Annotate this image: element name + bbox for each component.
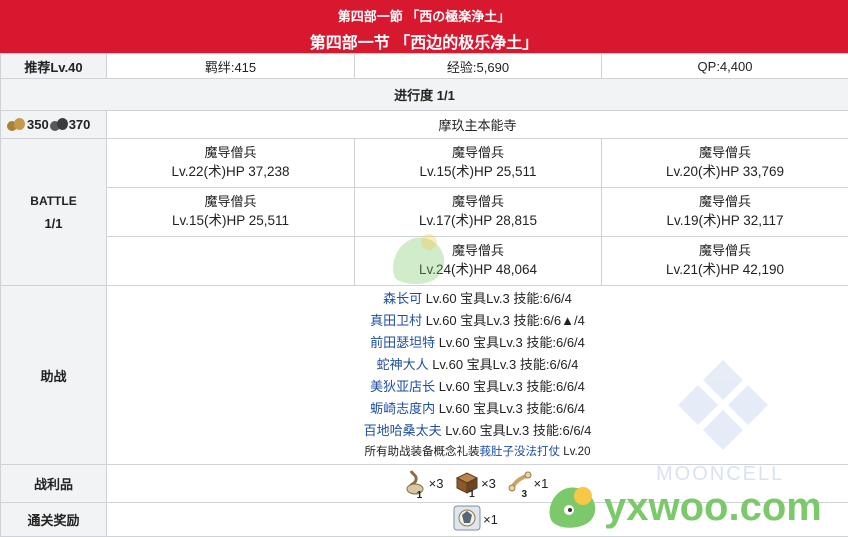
- progress-label: 进行度 1/1: [1, 79, 848, 111]
- support-servant-link[interactable]: 前田瑟坦特: [370, 335, 435, 350]
- qp-value: QP:4,400: [602, 54, 848, 79]
- reward-qty: ×1: [483, 512, 498, 527]
- drop-count: 1: [469, 489, 475, 500]
- enemy-cell: 魔导僧兵 Lv.20(术)HP 33,769: [602, 139, 848, 188]
- support-servant-link[interactable]: 真田卫村: [370, 313, 422, 328]
- support-list: 森长可 Lv.60 宝具Lv.3 技能:6/6/4 真田卫村 Lv.60 宝具L…: [107, 286, 848, 465]
- support-servant-link[interactable]: 蛎崎志度内: [370, 401, 435, 416]
- reward-row: 通关奖励 ×1: [1, 503, 848, 537]
- support-servant-link[interactable]: 蛇神大人: [377, 357, 429, 372]
- drops-list: 1 ×3 1 ×3 3 ×1: [107, 465, 848, 503]
- enemy-name: 魔导僧兵: [107, 193, 354, 211]
- enemy-stats: Lv.22(术)HP 37,238: [107, 162, 354, 182]
- wooden-box-icon[interactable]: 1: [455, 470, 479, 497]
- support-servant-info: Lv.60 宝具Lv.3 技能:6/6/4: [422, 291, 572, 306]
- drop-qty: ×3: [429, 476, 444, 491]
- ap-cost-value: 350: [27, 117, 49, 132]
- bone-material-icon[interactable]: 3: [508, 470, 532, 497]
- support-servant-info: Lv.60 宝具Lv.3 技能:6/6/4: [435, 379, 585, 394]
- support-entry: 真田卫村 Lv.60 宝具Lv.3 技能:6/6▲/4: [107, 310, 848, 332]
- support-ce-note: 所有助战装备概念礼装莪肚子没法打仗 Lv.20: [107, 442, 848, 462]
- enemy-cell: 魔导僧兵 Lv.24(术)HP 48,064: [355, 237, 602, 286]
- support-servant-info: Lv.60 宝具Lv.3 技能:6/6/4: [435, 335, 585, 350]
- battle-row-2: 魔导僧兵 Lv.15(术)HP 25,511 魔导僧兵 Lv.17(术)HP 2…: [1, 188, 848, 237]
- enemy-name: 魔导僧兵: [355, 193, 601, 211]
- enemy-cell: 魔导僧兵 Lv.22(术)HP 37,238: [107, 139, 355, 188]
- support-row: 助战 森长可 Lv.60 宝具Lv.3 技能:6/6/4 真田卫村 Lv.60 …: [1, 286, 848, 465]
- support-label: 助战: [1, 286, 107, 465]
- enemy-name: 魔导僧兵: [602, 144, 848, 162]
- enemy-cell: 魔导僧兵 Lv.15(术)HP 25,511: [107, 188, 355, 237]
- drops-row: 战利品 1 ×3 1 ×3: [1, 465, 848, 503]
- drop-qty: ×1: [534, 476, 549, 491]
- support-entry: 美狄亚店长 Lv.60 宝具Lv.3 技能:6/6/4: [107, 376, 848, 398]
- battle-row-1: BATTLE 1/1 魔导僧兵 Lv.22(术)HP 37,238 魔导僧兵 L…: [1, 139, 848, 188]
- location-row: 350 370 摩玖主本能寺: [1, 111, 848, 139]
- enemy-cell: 魔导僧兵 Lv.19(术)HP 32,117: [602, 188, 848, 237]
- support-ce-prefix: 所有助战装备概念礼装: [365, 446, 480, 458]
- enemy-cell: 魔导僧兵 Lv.17(术)HP 28,815: [355, 188, 602, 237]
- banner-subtitle: 第四部一節 「西の極楽浄土」: [0, 6, 848, 25]
- enemy-cell: 魔导僧兵 Lv.15(术)HP 25,511: [355, 139, 602, 188]
- support-servant-link[interactable]: 百地哈桑太夫: [364, 423, 442, 438]
- enemy-name: 魔导僧兵: [107, 144, 354, 162]
- support-servant-link[interactable]: 森长可: [383, 291, 422, 306]
- ap-cost-value-2: 370: [69, 117, 91, 132]
- enemy-stats: Lv.17(术)HP 28,815: [355, 211, 601, 231]
- battle-stage: 1/1: [1, 216, 106, 231]
- enemy-name: 魔导僧兵: [602, 242, 848, 260]
- enemy-stats: Lv.21(术)HP 42,190: [602, 260, 848, 280]
- servant-coin-icon[interactable]: [453, 505, 481, 534]
- support-entry: 森长可 Lv.60 宝具Lv.3 技能:6/6/4: [107, 288, 848, 310]
- enemy-stats: Lv.24(术)HP 48,064: [355, 260, 601, 280]
- support-servant-info: Lv.60 宝具Lv.3 技能:6/6▲/4: [422, 313, 585, 328]
- support-servant-link[interactable]: 美狄亚店长: [370, 379, 435, 394]
- drops-label: 战利品: [1, 465, 107, 503]
- ap-cost: 350 370: [1, 111, 107, 139]
- enemy-stats: Lv.20(术)HP 33,769: [602, 162, 848, 182]
- drop-count: 3: [522, 489, 528, 500]
- battle-label: BATTLE: [1, 194, 106, 208]
- quest-page: 第四部一節 「西の極楽浄土」 第四部一节 「西边的极乐净土」 推荐Lv.40 羁…: [0, 0, 848, 535]
- support-entry: 蛇神大人 Lv.60 宝具Lv.3 技能:6/6/4: [107, 354, 848, 376]
- enemy-name: 魔导僧兵: [355, 144, 601, 162]
- enemy-cell: 魔导僧兵 Lv.21(术)HP 42,190: [602, 237, 848, 286]
- support-entry: 百地哈桑太夫 Lv.60 宝具Lv.3 技能:6/6/4: [107, 420, 848, 442]
- info-row: 推荐Lv.40 羁绊:415 经验:5,690 QP:4,400: [1, 54, 848, 79]
- exp-value: 经验:5,690: [355, 54, 602, 79]
- quest-banner: 第四部一節 「西の極楽浄土」 第四部一节 「西边的极乐净土」: [0, 0, 848, 53]
- enemy-stats: Lv.19(术)HP 32,117: [602, 211, 848, 231]
- gold-bag-icon: [7, 117, 27, 131]
- root-material-icon[interactable]: 1: [403, 469, 427, 498]
- support-ce-suffix: Lv.20: [560, 446, 590, 458]
- battle-row-3: 魔导僧兵 Lv.24(术)HP 48,064 魔导僧兵 Lv.21(术)HP 4…: [1, 237, 848, 286]
- banner-title: 第四部一节 「西边的极乐净土」: [0, 29, 848, 53]
- support-entry: 前田瑟坦特 Lv.60 宝具Lv.3 技能:6/6/4: [107, 332, 848, 354]
- quest-table: 推荐Lv.40 羁绊:415 经验:5,690 QP:4,400 进行度 1/1…: [0, 53, 848, 537]
- support-ce-link[interactable]: 莪肚子没法打仗: [480, 446, 561, 458]
- battle-label-cell: BATTLE 1/1: [1, 139, 107, 286]
- support-servant-info: Lv.60 宝具Lv.3 技能:6/6/4: [429, 357, 579, 372]
- drop-qty: ×3: [481, 476, 496, 491]
- enemy-stats: Lv.15(术)HP 25,511: [107, 211, 354, 231]
- bond-value: 羁绊:415: [107, 54, 355, 79]
- progress-row: 进行度 1/1: [1, 79, 848, 111]
- drop-count: 1: [417, 490, 423, 501]
- empty-enemy-cell: [107, 237, 355, 286]
- support-servant-info: Lv.60 宝具Lv.3 技能:6/6/4: [435, 401, 585, 416]
- enemy-name: 魔导僧兵: [355, 242, 601, 260]
- reward-label: 通关奖励: [1, 503, 107, 537]
- enemy-name: 魔导僧兵: [602, 193, 848, 211]
- location-name: 摩玖主本能寺: [107, 111, 848, 139]
- recommend-level: 推荐Lv.40: [1, 54, 107, 79]
- dark-bag-icon: [49, 117, 69, 131]
- enemy-stats: Lv.15(术)HP 25,511: [355, 162, 601, 182]
- support-entry: 蛎崎志度内 Lv.60 宝具Lv.3 技能:6/6/4: [107, 398, 848, 420]
- support-servant-info: Lv.60 宝具Lv.3 技能:6/6/4: [442, 423, 592, 438]
- reward-list: ×1: [107, 503, 848, 537]
